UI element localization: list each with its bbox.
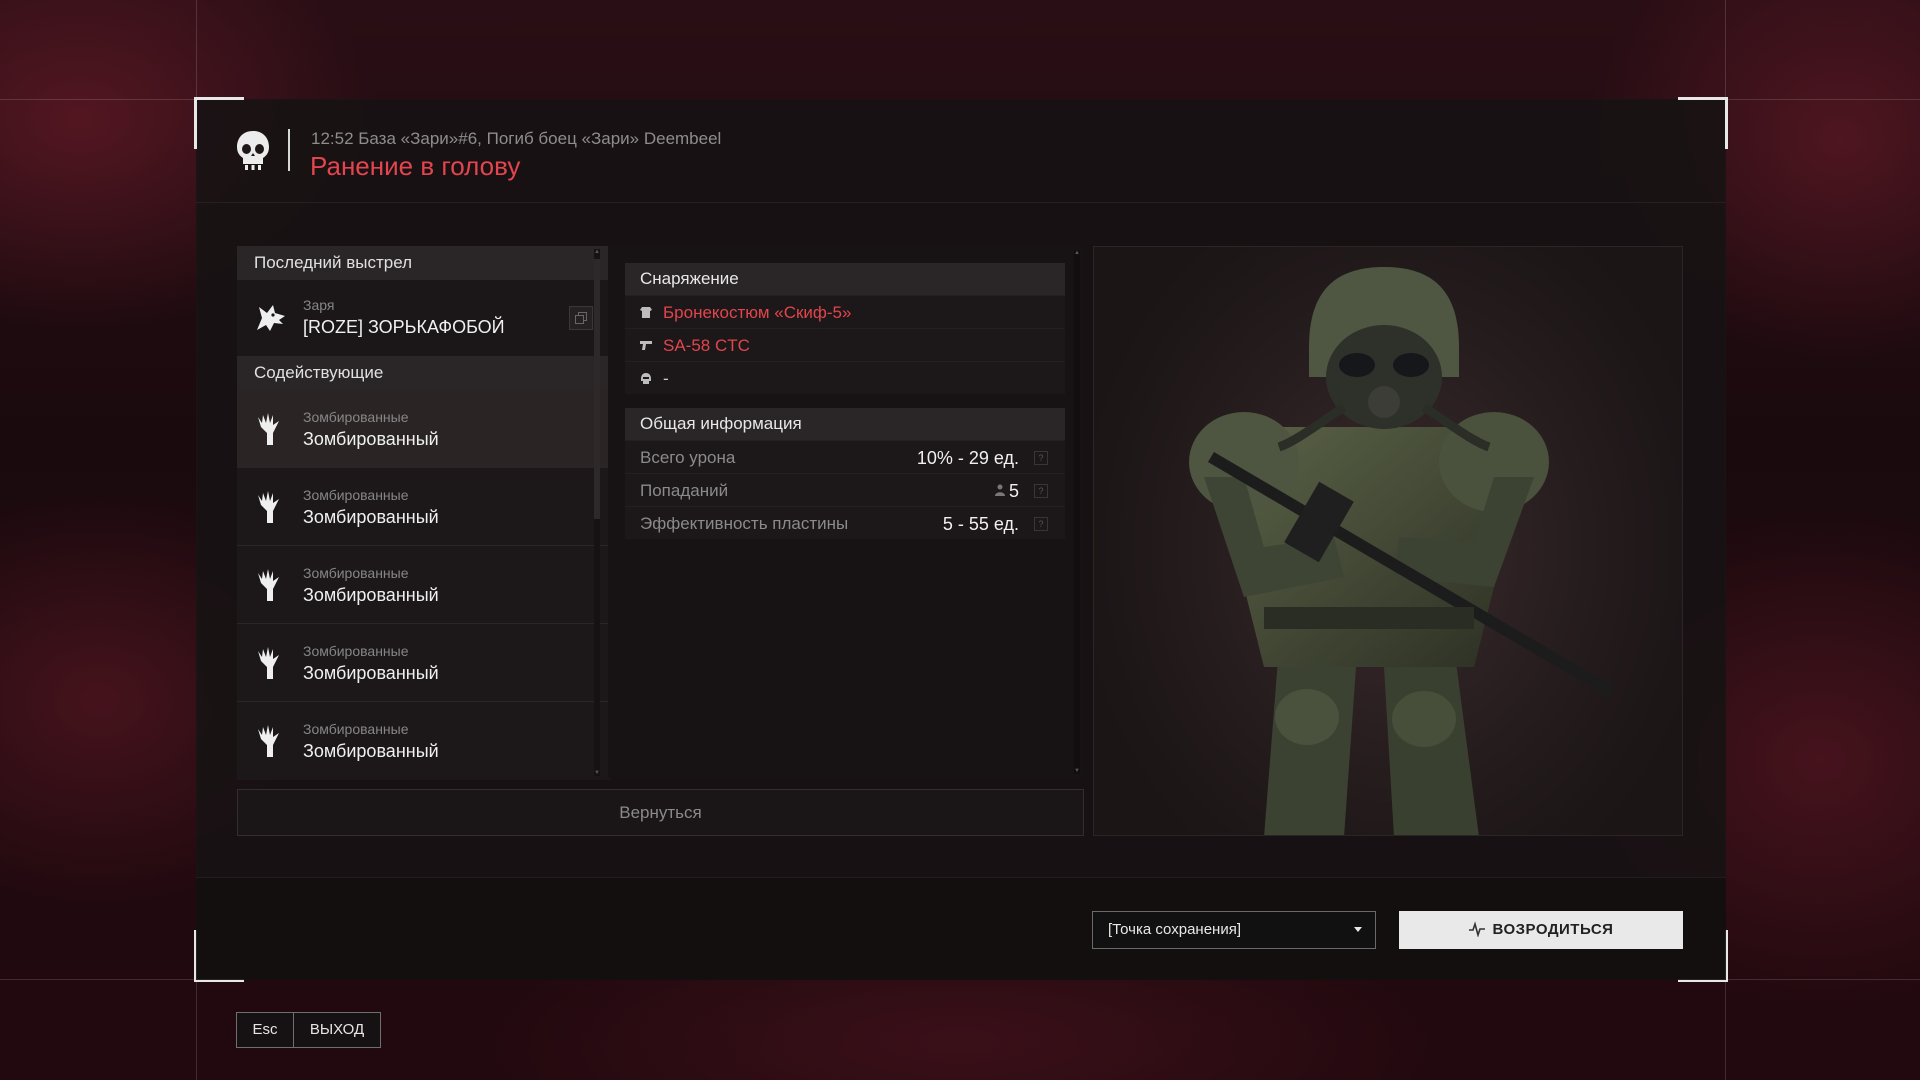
respawn-label: ВОЗРОДИТЬСЯ xyxy=(1492,921,1614,938)
assistants-title: Содействующие xyxy=(237,356,611,390)
help-icon[interactable]: ? xyxy=(1034,517,1048,531)
death-cause: Ранение в голову xyxy=(310,151,521,181)
assistant-name: Зомбированный xyxy=(303,585,439,605)
person-icon xyxy=(994,484,1005,496)
armor-icon xyxy=(640,307,652,318)
helmet-icon xyxy=(641,373,651,384)
info-value: 5 xyxy=(1008,481,1019,501)
list-item[interactable]: Зомбированные Зомбированный xyxy=(237,390,611,468)
list-item[interactable]: Зомбированные Зомбированный xyxy=(237,546,611,624)
assistant-faction: Зомбированные xyxy=(303,565,409,581)
chevron-down-icon xyxy=(1354,927,1362,932)
scroll-down-icon[interactable]: ▼ xyxy=(594,770,600,776)
zombie-hand-icon xyxy=(258,491,279,523)
footer: [Точка сохранения] ВОЗРОДИТЬСЯ xyxy=(196,877,1726,980)
copy-name-button[interactable] xyxy=(569,306,593,330)
pulse-icon xyxy=(1468,921,1485,938)
scroll-down-icon[interactable]: ▼ xyxy=(1074,768,1080,774)
info-row-hits: Попаданий 5 ? xyxy=(625,473,1065,506)
soldier-figure-icon xyxy=(1189,267,1614,835)
killer-faction: Заря xyxy=(303,297,335,313)
event-line: 12:52 База «Зари»#6, Погиб боец «Зари» D… xyxy=(311,129,722,148)
assistant-name: Зомбированный xyxy=(303,429,439,449)
assistant-name: Зомбированный xyxy=(303,741,439,761)
list-item[interactable]: Зомбированные Зомбированный xyxy=(237,702,611,780)
equipment-title: Снаряжение xyxy=(625,263,1065,295)
general-info-title: Общая информация xyxy=(625,408,1065,440)
assistant-faction: Зомбированные xyxy=(303,643,409,659)
scroll-thumb[interactable] xyxy=(594,259,600,519)
killer-row[interactable]: Заря [ROZE] ЗОРЬКАФОБОЙ xyxy=(237,280,611,356)
info-label: Попаданий xyxy=(640,481,729,500)
assistant-faction: Зомбированные xyxy=(303,721,409,737)
weapon-name: SA-58 CTC xyxy=(663,336,750,355)
list-item[interactable]: Зомбированные Зомбированный xyxy=(237,624,611,702)
scroll-up-icon[interactable]: ▲ xyxy=(594,249,600,255)
character-preview[interactable] xyxy=(1093,246,1683,836)
info-row-plate: Эффективность пластины 5 - 55 ед. ? xyxy=(625,506,1065,539)
wolf-head-icon xyxy=(257,305,285,331)
zombie-hand-icon xyxy=(258,725,279,757)
info-value-wrap: 5 xyxy=(994,481,1019,502)
copy-icon xyxy=(575,312,587,324)
killers-panel: Последний выстрел Заря [ROZE] ЗОРЬКАФОБО… xyxy=(237,246,611,780)
help-icon[interactable]: ? xyxy=(1034,451,1048,465)
respawn-button[interactable]: ВОЗРОДИТЬСЯ xyxy=(1399,911,1683,949)
armor-name: Бронекостюм «Скиф-5» xyxy=(663,303,852,322)
help-icon[interactable]: ? xyxy=(1034,484,1048,498)
info-label: Эффективность пластины xyxy=(640,514,849,533)
scroll-up-icon[interactable]: ▲ xyxy=(1074,250,1080,256)
info-label: Всего урона xyxy=(640,448,736,467)
esc-key-hint: Esc xyxy=(237,1013,294,1047)
info-value: 5 - 55 ед. xyxy=(942,514,1019,534)
assistant-faction: Зомбированные xyxy=(303,487,409,503)
zombie-hand-icon xyxy=(258,569,279,601)
general-info-block: Общая информация Всего урона 10% - 29 ед… xyxy=(625,408,1065,539)
header: 12:52 База «Зари»#6, Погиб боец «Зари» D… xyxy=(196,99,1726,203)
header-divider xyxy=(288,129,290,171)
details-panel: Снаряжение Бронекостюм «Скиф-5» SA-58 CT… xyxy=(608,246,1084,778)
exit-button[interactable]: Esc ВЫХОД xyxy=(236,1012,381,1048)
gear-row-armor[interactable]: Бронекостюм «Скиф-5» xyxy=(625,295,1065,328)
gear-row-weapon[interactable]: SA-58 CTC xyxy=(625,328,1065,361)
zombie-hand-icon xyxy=(258,413,279,445)
killers-scrollbar[interactable]: ▲ ▼ xyxy=(594,249,600,776)
assistant-name: Зомбированный xyxy=(303,663,439,683)
equipment-block: Снаряжение Бронекостюм «Скиф-5» SA-58 CT… xyxy=(625,263,1065,394)
info-row-damage: Всего урона 10% - 29 ед. ? xyxy=(625,440,1065,473)
assistant-faction: Зомбированные xyxy=(303,409,409,425)
gear-row-helmet[interactable]: - xyxy=(625,361,1065,394)
exit-label: ВЫХОД xyxy=(309,1021,365,1038)
zombie-hand-icon xyxy=(258,647,279,679)
info-value: 10% - 29 ед. xyxy=(916,448,1019,468)
last-shot-title: Последний выстрел xyxy=(237,246,611,280)
gun-icon xyxy=(640,341,652,350)
skull-icon xyxy=(237,131,269,170)
death-report-window: 12:52 База «Зари»#6, Погиб боец «Зари» D… xyxy=(194,97,1728,982)
details-scrollbar[interactable]: ▲ ▼ xyxy=(1074,250,1080,774)
assistant-name: Зомбированный xyxy=(303,507,439,527)
helmet-name: - xyxy=(663,369,669,388)
list-item[interactable]: Зомбированные Зомбированный xyxy=(237,468,611,546)
spawn-point-select[interactable]: [Точка сохранения] xyxy=(1092,911,1376,949)
back-button[interactable]: Вернуться xyxy=(237,789,1084,836)
spawn-point-value: [Точка сохранения] xyxy=(1108,921,1241,938)
killer-name: [ROZE] ЗОРЬКАФОБОЙ xyxy=(303,317,505,337)
